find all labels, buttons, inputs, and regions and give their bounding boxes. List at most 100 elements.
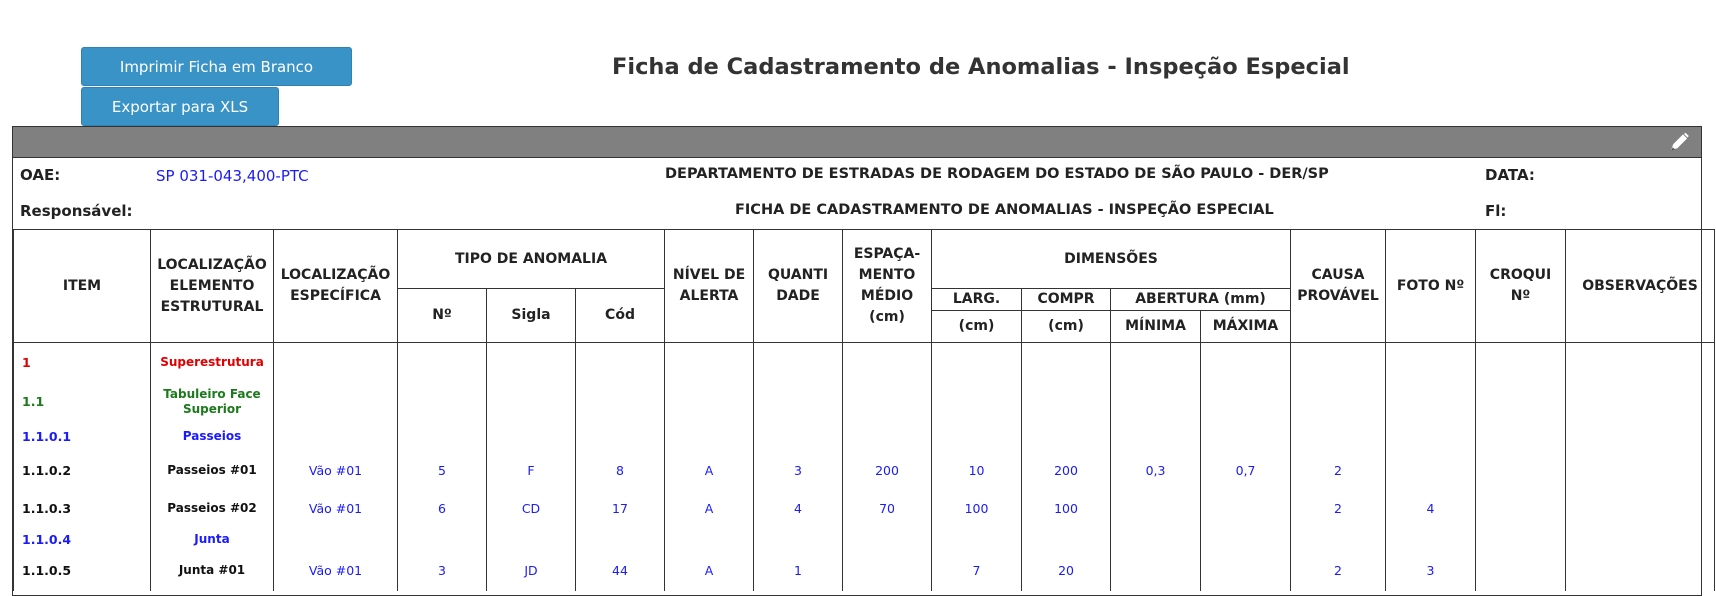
cell-observacoes[interactable]: [1565, 550, 1716, 591]
cell-foto[interactable]: 4: [1385, 488, 1477, 529]
cell-foto[interactable]: [1385, 452, 1477, 489]
cell-larg[interactable]: [931, 342, 1023, 383]
cell-compr[interactable]: [1021, 420, 1112, 453]
cell-quantidade[interactable]: [753, 528, 844, 551]
cell-num[interactable]: 3: [397, 550, 487, 591]
cell-croqui[interactable]: [1475, 342, 1567, 383]
cell-maxima[interactable]: [1200, 420, 1292, 453]
cell-croqui[interactable]: [1475, 420, 1567, 453]
cell-espacamento[interactable]: [842, 550, 933, 591]
cell-espacamento[interactable]: [842, 342, 933, 383]
cell-causa[interactable]: 2: [1290, 550, 1387, 591]
cell-num[interactable]: [397, 528, 487, 551]
cell-observacoes[interactable]: [1565, 488, 1716, 529]
cell-croqui[interactable]: [1475, 382, 1567, 421]
cell-cod[interactable]: [574, 528, 666, 551]
cell-croqui[interactable]: [1475, 452, 1567, 489]
cell-observacoes[interactable]: [1565, 528, 1716, 551]
cell-quantidade[interactable]: 4: [753, 488, 844, 529]
cell-causa[interactable]: [1290, 420, 1387, 453]
cell-nivel[interactable]: [664, 342, 755, 383]
cell-causa[interactable]: [1290, 342, 1387, 383]
cell-sigla[interactable]: [486, 382, 576, 421]
cell-loc-especifica[interactable]: [273, 382, 398, 421]
cell-num[interactable]: 5: [397, 452, 487, 489]
cell-espacamento[interactable]: 70: [842, 488, 933, 529]
cell-nivel[interactable]: [664, 420, 755, 453]
cell-compr[interactable]: 200: [1021, 452, 1112, 489]
cell-quantidade[interactable]: 3: [753, 452, 844, 489]
cell-minima[interactable]: [1110, 528, 1202, 551]
export-xls-button[interactable]: Exportar para XLS: [81, 87, 279, 126]
cell-num[interactable]: [397, 342, 487, 383]
cell-minima[interactable]: [1110, 342, 1202, 383]
cell-espacamento[interactable]: [842, 420, 933, 453]
cell-larg[interactable]: 7: [931, 550, 1023, 591]
cell-espacamento[interactable]: [842, 528, 933, 551]
cell-sigla[interactable]: [486, 420, 576, 453]
cell-causa[interactable]: [1290, 382, 1387, 421]
cell-larg[interactable]: [931, 420, 1023, 453]
cell-observacoes[interactable]: [1565, 420, 1716, 453]
cell-quantidade[interactable]: [753, 420, 844, 453]
cell-sigla[interactable]: JD: [486, 550, 576, 591]
cell-maxima[interactable]: [1200, 342, 1292, 383]
cell-num[interactable]: 6: [397, 488, 487, 529]
cell-nivel[interactable]: [664, 382, 755, 421]
cell-sigla[interactable]: CD: [486, 488, 576, 529]
cell-loc-especifica[interactable]: [273, 342, 398, 383]
cell-cod[interactable]: [574, 420, 666, 453]
cell-sigla[interactable]: F: [486, 452, 576, 489]
cell-croqui[interactable]: [1475, 528, 1567, 551]
cell-compr[interactable]: [1021, 342, 1112, 383]
cell-larg[interactable]: 10: [931, 452, 1023, 489]
cell-larg[interactable]: 100: [931, 488, 1023, 529]
cell-minima[interactable]: 0,3: [1110, 452, 1202, 489]
cell-loc-especifica[interactable]: Vão #01: [273, 550, 398, 591]
cell-compr[interactable]: 100: [1021, 488, 1112, 529]
cell-cod[interactable]: 8: [574, 452, 666, 489]
cell-minima[interactable]: [1110, 488, 1202, 529]
cell-nivel[interactable]: A: [664, 452, 755, 489]
cell-minima[interactable]: [1110, 420, 1202, 453]
cell-compr[interactable]: 20: [1021, 550, 1112, 591]
cell-nivel[interactable]: A: [664, 550, 755, 591]
cell-nivel[interactable]: A: [664, 488, 755, 529]
cell-foto[interactable]: [1385, 342, 1477, 383]
cell-compr[interactable]: [1021, 382, 1112, 421]
cell-foto[interactable]: [1385, 420, 1477, 453]
cell-quantidade[interactable]: 1: [753, 550, 844, 591]
cell-causa[interactable]: [1290, 528, 1387, 551]
cell-quantidade[interactable]: [753, 342, 844, 383]
cell-cod[interactable]: 17: [574, 488, 666, 529]
cell-minima[interactable]: [1110, 550, 1202, 591]
cell-loc-especifica[interactable]: [273, 528, 398, 551]
cell-num[interactable]: [397, 382, 487, 421]
cell-compr[interactable]: [1021, 528, 1112, 551]
cell-cod[interactable]: [574, 382, 666, 421]
cell-loc-especifica[interactable]: [273, 420, 398, 453]
cell-espacamento[interactable]: 200: [842, 452, 933, 489]
cell-maxima[interactable]: [1200, 382, 1292, 421]
cell-maxima[interactable]: [1200, 528, 1292, 551]
cell-causa[interactable]: 2: [1290, 452, 1387, 489]
cell-minima[interactable]: [1110, 382, 1202, 421]
cell-sigla[interactable]: [486, 342, 576, 383]
cell-sigla[interactable]: [486, 528, 576, 551]
cell-causa[interactable]: 2: [1290, 488, 1387, 529]
cell-foto[interactable]: 3: [1385, 550, 1477, 591]
cell-num[interactable]: [397, 420, 487, 453]
cell-maxima[interactable]: 0,7: [1200, 452, 1292, 489]
cell-espacamento[interactable]: [842, 382, 933, 421]
cell-maxima[interactable]: [1200, 550, 1292, 591]
cell-croqui[interactable]: [1475, 488, 1567, 529]
pencil-icon[interactable]: [1669, 132, 1691, 152]
cell-maxima[interactable]: [1200, 488, 1292, 529]
cell-larg[interactable]: [931, 528, 1023, 551]
cell-loc-especifica[interactable]: Vão #01: [273, 452, 398, 489]
cell-nivel[interactable]: [664, 528, 755, 551]
cell-larg[interactable]: [931, 382, 1023, 421]
cell-foto[interactable]: [1385, 528, 1477, 551]
print-blank-form-button[interactable]: Imprimir Ficha em Branco: [81, 47, 352, 86]
cell-observacoes[interactable]: [1565, 342, 1716, 383]
